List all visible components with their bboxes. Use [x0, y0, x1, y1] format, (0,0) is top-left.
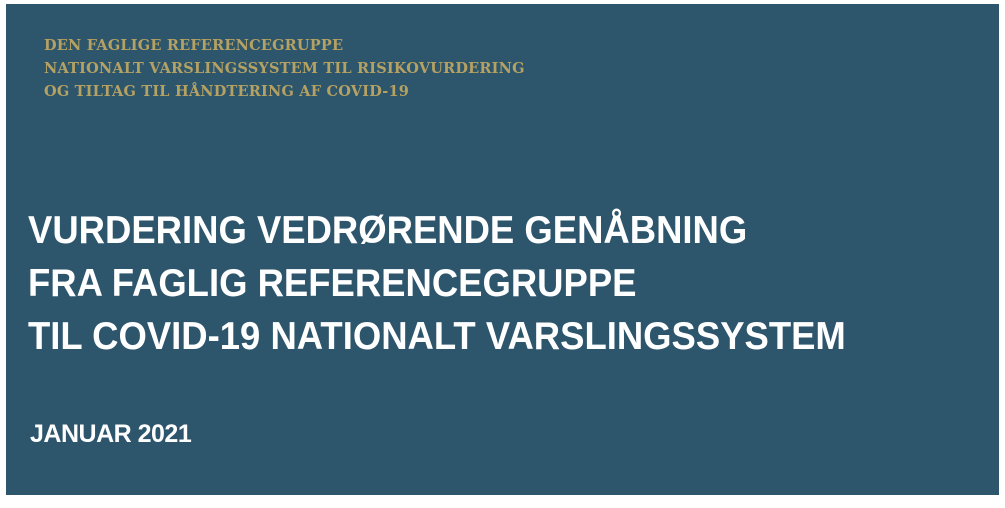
- title-line-3: TIL COVID-19 NATIONALT VARSLINGSSYSTEM: [28, 315, 846, 358]
- report-date: JANUAR 2021: [30, 420, 192, 448]
- title-line-1: VURDERING VEDRØRENDE GENÅBNING: [28, 209, 748, 252]
- report-title: VURDERING VEDRØRENDE GENÅBNING FRA FAGLI…: [28, 204, 903, 363]
- report-cover: DEN FAGLIGE REFERENCEGRUPPE NATIONALT VA…: [6, 4, 999, 495]
- committee-header: DEN FAGLIGE REFERENCEGRUPPE NATIONALT VA…: [44, 34, 525, 103]
- system-name-line-1: NATIONALT VARSLINGSSYSTEM TIL RISIKOVURD…: [44, 60, 525, 77]
- committee-name: DEN FAGLIGE REFERENCEGRUPPE: [44, 37, 344, 54]
- title-line-2: FRA FAGLIG REFERENCEGRUPPE: [28, 262, 637, 305]
- system-name-line-2: OG TILTAG TIL HÅNDTERING AF COVID-19: [44, 83, 410, 100]
